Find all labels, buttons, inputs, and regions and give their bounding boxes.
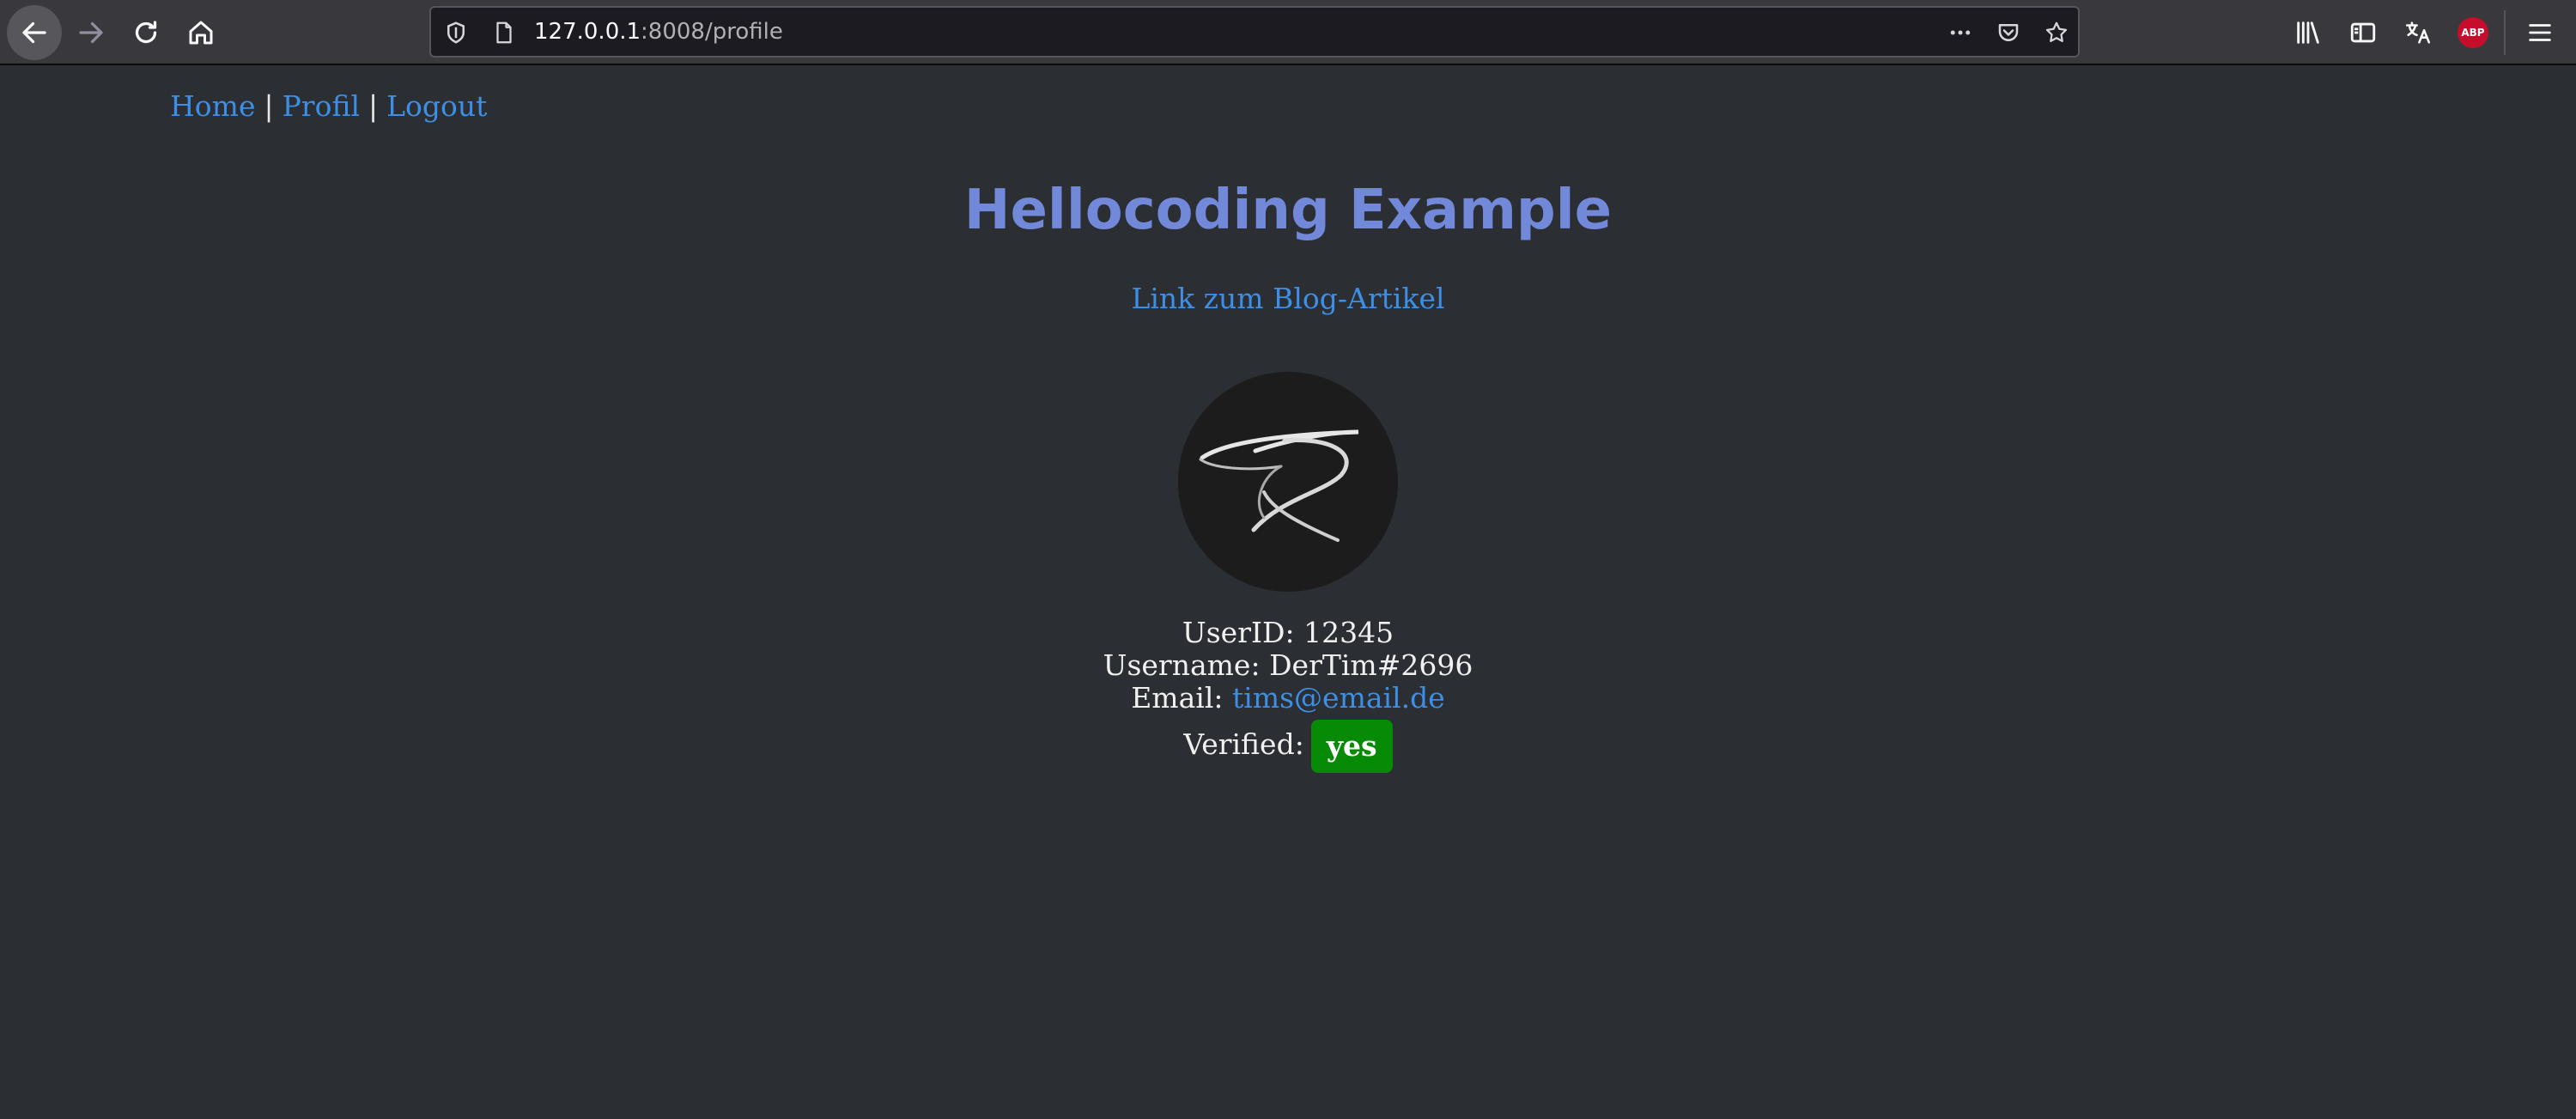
nav-profile-link[interactable]: Profil xyxy=(283,89,360,123)
nav-home-link[interactable]: Home xyxy=(170,89,255,123)
email-label: Email: xyxy=(1131,681,1224,715)
star-icon[interactable] xyxy=(2042,18,2071,47)
forward-arrow-icon[interactable] xyxy=(64,5,118,60)
nav-separator: | xyxy=(368,89,379,123)
blog-article-link[interactable]: Link zum Blog-Artikel xyxy=(1131,282,1444,315)
url-host: 127.0.0.1 xyxy=(534,19,641,45)
verified-label: Verified: xyxy=(1183,727,1304,761)
url-bar[interactable]: 127.0.0.1:8008/profile xyxy=(429,6,2080,58)
toolbar-divider xyxy=(2504,10,2506,55)
profile-info: UserID: 12345 Username: DerTim#2696 Emai… xyxy=(0,617,2576,773)
browser-toolbar: 127.0.0.1:8008/profile ABP xyxy=(0,0,2576,65)
userid-label: UserID: xyxy=(1182,616,1295,649)
avatar xyxy=(1178,372,1398,592)
back-arrow-icon[interactable] xyxy=(7,5,62,60)
adblock-plus-icon[interactable]: ABP xyxy=(2454,14,2492,52)
signature-logo xyxy=(1199,429,1359,542)
verified-badge: yes xyxy=(1310,720,1393,773)
library-icon[interactable] xyxy=(2289,14,2327,52)
home-icon[interactable] xyxy=(173,5,228,60)
userid-value: 12345 xyxy=(1303,616,1394,649)
nav-separator: | xyxy=(264,89,274,123)
page-icon[interactable] xyxy=(489,18,519,47)
url-text[interactable]: 127.0.0.1:8008/profile xyxy=(534,8,783,56)
email-row: Email: tims@email.de xyxy=(0,682,2576,715)
reload-icon[interactable] xyxy=(118,5,173,60)
page-title: Hellocoding Example xyxy=(963,179,1613,242)
userid-row: UserID: 12345 xyxy=(0,617,2576,649)
translate-icon[interactable] xyxy=(2399,14,2437,52)
adblock-label: ABP xyxy=(2458,17,2488,48)
blog-link-row: Link zum Blog-Artikel xyxy=(0,282,2576,315)
sidebar-icon[interactable] xyxy=(2344,14,2382,52)
shield-icon[interactable] xyxy=(441,18,471,47)
hamburger-menu-icon[interactable] xyxy=(2521,14,2559,52)
top-nav: Home | Profil | Logout xyxy=(170,89,487,123)
pocket-icon[interactable] xyxy=(1994,18,2023,47)
username-value: DerTim#2696 xyxy=(1269,648,1473,682)
username-row: Username: DerTim#2696 xyxy=(0,649,2576,682)
nav-logout-link[interactable]: Logout xyxy=(386,89,487,123)
url-path: :8008/profile xyxy=(641,19,783,45)
email-link[interactable]: tims@email.de xyxy=(1232,681,1445,715)
more-dots-icon[interactable] xyxy=(1946,18,1975,47)
username-label: Username: xyxy=(1103,648,1261,682)
verified-row: Verified: yes xyxy=(0,718,2576,773)
